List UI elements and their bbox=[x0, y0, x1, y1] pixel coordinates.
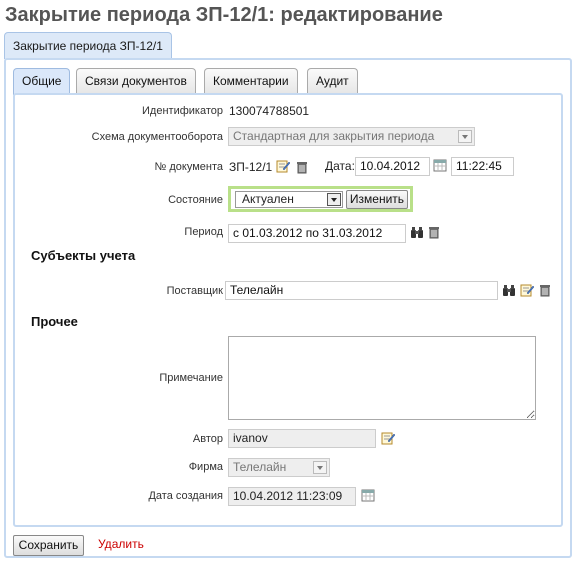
time-input[interactable]: 11:22:45 bbox=[451, 157, 514, 176]
chevron-down-icon bbox=[327, 193, 341, 206]
firm-value: Телелайн bbox=[233, 460, 287, 474]
chevron-down-icon bbox=[458, 130, 472, 143]
author-label: Автор bbox=[192, 433, 223, 445]
doc-number-label: № документа bbox=[154, 161, 224, 173]
delete-link[interactable]: Удалить bbox=[98, 537, 144, 551]
edit-icon[interactable] bbox=[520, 283, 534, 297]
calendar-icon[interactable] bbox=[361, 488, 375, 502]
tab-document[interactable]: Закрытие периода ЗП-12/1 bbox=[4, 32, 172, 59]
binoculars-icon[interactable] bbox=[502, 283, 516, 297]
firm-select[interactable]: Телелайн bbox=[228, 458, 330, 477]
created-label: Дата создания bbox=[148, 490, 223, 502]
change-state-button[interactable]: Изменить bbox=[346, 190, 408, 209]
save-button[interactable]: Сохранить bbox=[13, 535, 84, 556]
workflow-label: Схема документооборота bbox=[91, 131, 223, 143]
tab-document-links[interactable]: Связи документов bbox=[76, 68, 196, 94]
chevron-down-icon bbox=[313, 461, 327, 474]
edit-icon[interactable] bbox=[381, 431, 395, 445]
trash-icon[interactable] bbox=[538, 283, 552, 297]
date-label: Дата: bbox=[325, 159, 355, 173]
edit-icon[interactable] bbox=[276, 159, 290, 173]
note-label: Примечание bbox=[159, 372, 223, 384]
calendar-icon[interactable] bbox=[433, 158, 447, 172]
date-input[interactable]: 10.04.2012 bbox=[355, 157, 430, 176]
trash-icon[interactable] bbox=[427, 225, 441, 239]
workflow-value: Стандартная для закрытия периода bbox=[233, 129, 435, 143]
binoculars-icon[interactable] bbox=[410, 225, 424, 239]
identifier-value: 130074788501 bbox=[229, 104, 310, 118]
created-input[interactable]: 10.04.2012 11:23:09 bbox=[228, 487, 356, 506]
trash-icon[interactable] bbox=[295, 160, 309, 174]
author-input[interactable]: ivanov bbox=[228, 429, 376, 448]
state-select[interactable]: Актуален bbox=[235, 191, 343, 208]
firm-label: Фирма bbox=[188, 461, 223, 473]
period-input[interactable]: с 01.03.2012 по 31.03.2012 bbox=[228, 224, 406, 243]
tab-general[interactable]: Общие bbox=[13, 68, 71, 95]
workflow-select[interactable]: Стандартная для закрытия периода bbox=[228, 127, 475, 146]
page-title: Закрытие периода ЗП-12/1: редактирование bbox=[5, 4, 443, 26]
state-box: Актуален Изменить bbox=[228, 186, 413, 212]
tab-audit[interactable]: Аудит bbox=[307, 68, 358, 94]
tab-comments[interactable]: Комментарии bbox=[204, 68, 298, 94]
supplier-label: Поставщик bbox=[166, 285, 223, 297]
doc-number-value: ЗП-12/1 bbox=[229, 160, 273, 174]
identifier-label: Идентификатор bbox=[142, 105, 223, 117]
period-label: Период bbox=[184, 226, 223, 238]
other-section-title: Прочее bbox=[31, 314, 78, 329]
supplier-input[interactable]: Телелайн bbox=[225, 281, 498, 300]
state-label: Состояние bbox=[168, 194, 223, 206]
subjects-section-title: Субъекты учета bbox=[31, 248, 136, 263]
note-textarea[interactable] bbox=[228, 336, 536, 420]
state-value: Актуален bbox=[242, 192, 294, 206]
